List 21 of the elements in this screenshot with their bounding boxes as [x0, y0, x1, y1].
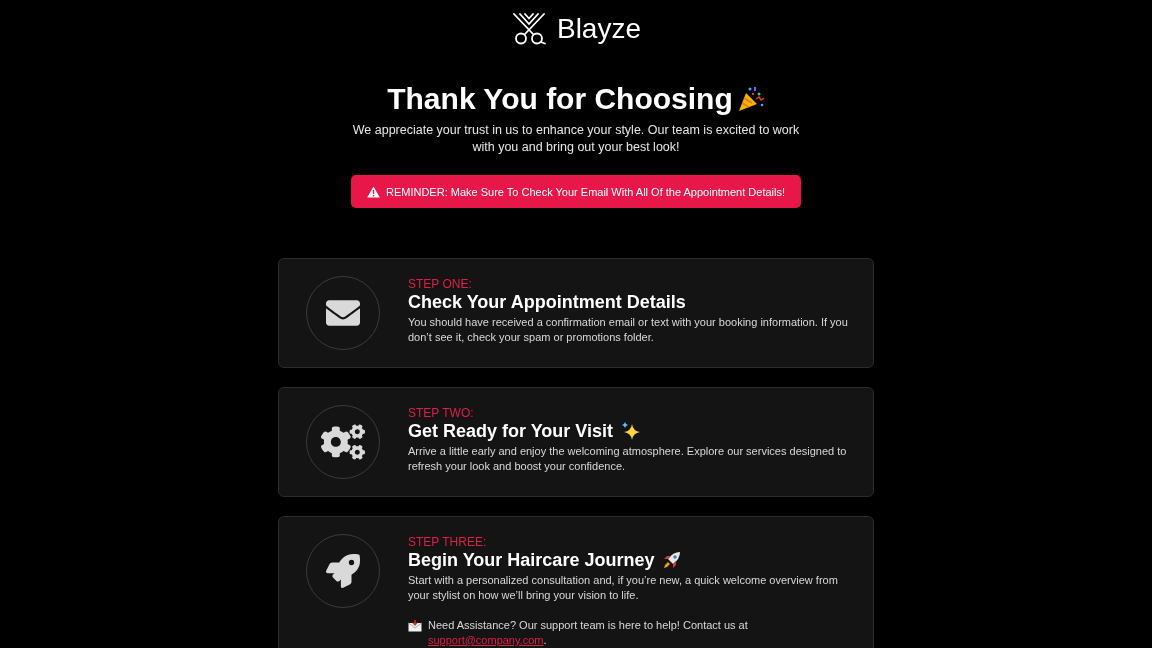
scissors-logo-icon: [510, 13, 547, 45]
rocket-icon: [326, 554, 360, 588]
warning-icon: [367, 185, 380, 198]
rocket-icon: [662, 550, 683, 570]
brand-name: Blayze: [556, 12, 641, 46]
step-description: You should have received a confirmation email or text with your booking information. If you don’t see it, check your spam or promotions folder.: [408, 315, 849, 345]
step-label: STEP TWO:: [408, 406, 475, 420]
support-email-link[interactable]: support@company.com: [428, 634, 544, 646]
support-text: Need Assistance? Our support team is here to help! Contact us at support@company.com.: [428, 618, 749, 648]
page-title: Thank You for Choosing: [387, 81, 733, 117]
step-title: Check Your Appointment Details: [408, 291, 686, 313]
step-description: Arrive a little early and enjoy the welcoming atmosphere. Explore our services designed to refresh your look and boost your confidence.: [408, 444, 848, 474]
party-popper-icon: [736, 85, 765, 113]
step-label: STEP ONE:: [408, 277, 473, 291]
envelope-icon: [408, 620, 422, 632]
step-title: Get Ready for Your Visit: [408, 420, 614, 442]
step-label: STEP THREE:: [408, 535, 488, 549]
step-title: Begin Your Haircare Journey: [408, 549, 655, 571]
intro-text: We appreciate your trust in us to enhance your style. Our team is excited to work with you and bring out your best look!: [351, 122, 801, 156]
step-description: Start with a personalized consultation and, if you’re new, a quick welcome overview from your stylist on how we’ll bring your vision to life.: [408, 573, 839, 603]
reminder-text: REMINDER: Make Sure To Check Your Email With All Of the Appointment Details!: [386, 184, 785, 199]
